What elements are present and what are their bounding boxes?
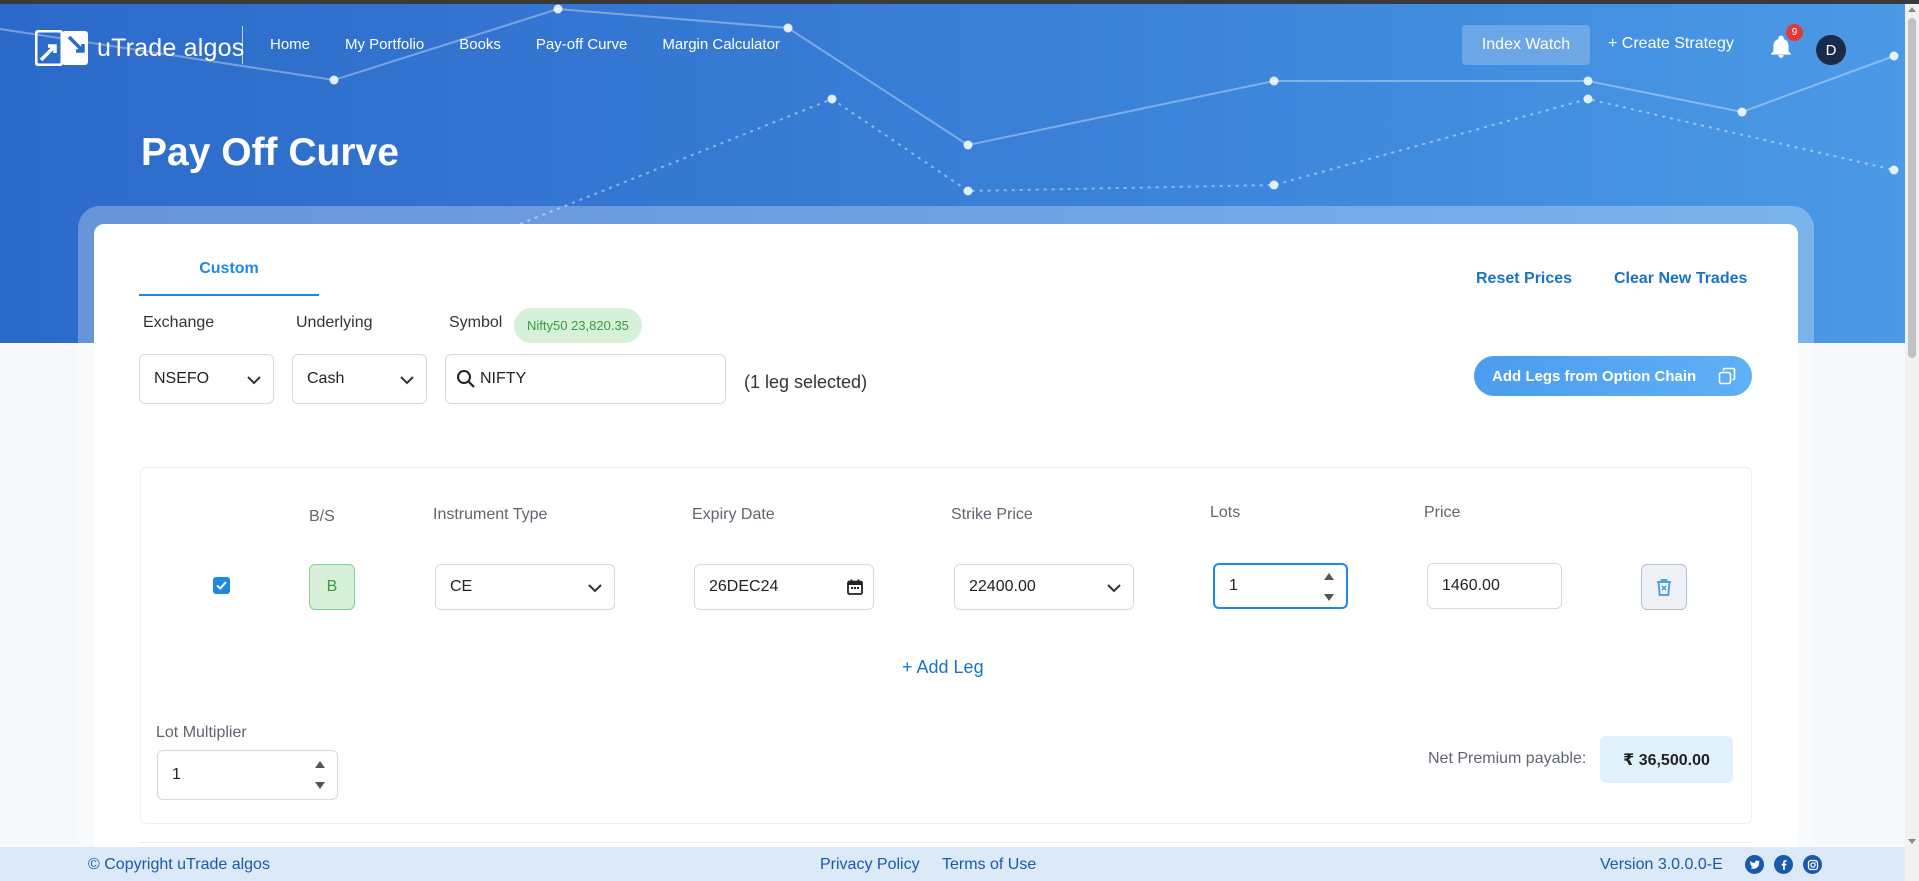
- instagram-glyph: [1807, 859, 1818, 870]
- nav-link-home[interactable]: Home: [270, 36, 310, 53]
- underlying-label: Underlying: [296, 314, 373, 331]
- column-header-price: Price: [1424, 504, 1461, 521]
- terms-of-use-link[interactable]: Terms of Use: [942, 856, 1036, 874]
- exchange-label: Exchange: [143, 314, 215, 331]
- clear-new-trades-link[interactable]: Clear New Trades: [1614, 270, 1747, 288]
- instrument-type-value: CE: [450, 578, 473, 595]
- nav-link-payoff-curve[interactable]: Pay-off Curve: [536, 36, 627, 53]
- add-legs-from-option-chain-button[interactable]: Add Legs from Option Chain: [1474, 356, 1752, 396]
- symbol-search-box[interactable]: [445, 354, 726, 404]
- lots-value: 1: [1229, 577, 1238, 594]
- lots-input[interactable]: 1: [1213, 563, 1348, 609]
- chevron-down-icon: [400, 376, 414, 385]
- trash-icon: [1657, 579, 1671, 596]
- calendar-icon[interactable]: [846, 578, 864, 596]
- symbol-price-badge: Nifty50 23,820.35: [514, 308, 642, 343]
- chevron-down-icon: [588, 584, 602, 593]
- scrollbar-thumb[interactable]: [1908, 18, 1916, 358]
- nav-divider: [242, 26, 243, 64]
- privacy-policy-link[interactable]: Privacy Policy: [820, 856, 920, 874]
- underlying-select[interactable]: Cash: [292, 354, 427, 404]
- checkmark-icon: [216, 581, 227, 590]
- chevron-down-icon: [247, 376, 261, 385]
- net-premium-value: ₹ 36,500.00: [1600, 736, 1733, 783]
- twitter-glyph: [1749, 860, 1760, 869]
- index-watch-button[interactable]: Index Watch: [1462, 25, 1590, 65]
- column-header-expiry-date: Expiry Date: [692, 506, 775, 523]
- tab-custom[interactable]: Custom: [139, 260, 319, 278]
- net-premium-label: Net Premium payable:: [1428, 750, 1587, 767]
- version-text: Version 3.0.0.0-E: [1600, 856, 1723, 873]
- chevron-down-icon: [1107, 584, 1121, 593]
- price-input[interactable]: 1460.00: [1427, 563, 1562, 609]
- top-navigation: uTrade algos Home My Portfolio Books Pay…: [0, 4, 1919, 89]
- twitter-icon[interactable]: [1745, 855, 1764, 874]
- expiry-date-value: 26DEC24: [709, 578, 779, 595]
- column-header-lots: Lots: [1210, 504, 1241, 521]
- lot-multiplier-stepper[interactable]: [315, 761, 325, 789]
- symbol-label: Symbol: [449, 314, 503, 331]
- brand-logo[interactable]: uTrade algos: [35, 30, 244, 66]
- utrade-logo-icon: [35, 30, 88, 66]
- nav-link-books[interactable]: Books: [459, 36, 501, 53]
- copyright-text: © Copyright uTrade algos: [88, 856, 270, 873]
- column-header-bs: B/S: [309, 508, 335, 525]
- symbol-search-input[interactable]: [480, 370, 700, 388]
- strike-price-value: 22400.00: [969, 578, 1036, 595]
- lots-stepper[interactable]: [1324, 573, 1334, 601]
- logo-text: uTrade algos: [97, 33, 245, 62]
- lot-multiplier-label: Lot Multiplier: [156, 724, 247, 741]
- nav-link-my-portfolio[interactable]: My Portfolio: [345, 36, 424, 53]
- column-header-strike-price: Strike Price: [951, 506, 1033, 523]
- search-icon: [457, 370, 475, 388]
- reset-prices-link[interactable]: Reset Prices: [1476, 270, 1572, 288]
- page-title: Pay Off Curve: [141, 131, 399, 174]
- footer: © Copyright uTrade algos Privacy Policy …: [0, 847, 1905, 881]
- strike-price-select[interactable]: 22400.00: [954, 564, 1134, 610]
- notification-count-badge: 9: [1786, 24, 1803, 41]
- page-scrollbar[interactable]: [1905, 4, 1919, 881]
- legs-selected-count: (1 leg selected): [744, 372, 868, 392]
- window-top-border: [0, 0, 1919, 4]
- create-strategy-link[interactable]: + Create Strategy: [1608, 35, 1734, 53]
- facebook-glyph: [1781, 859, 1787, 870]
- add-legs-button-label: Add Legs from Option Chain: [1492, 367, 1697, 385]
- instagram-icon[interactable]: [1803, 855, 1822, 874]
- lot-multiplier-input[interactable]: 1: [157, 750, 338, 800]
- nav-links: Home My Portfolio Books Pay-off Curve Ma…: [270, 36, 780, 53]
- underlying-select-value: Cash: [307, 370, 345, 387]
- legs-panel: [140, 467, 1752, 824]
- scroll-down-arrow-icon[interactable]: [1908, 839, 1916, 844]
- buy-sell-toggle[interactable]: B: [309, 564, 355, 610]
- exchange-select-value: NSEFO: [154, 370, 210, 387]
- add-leg-link[interactable]: + Add Leg: [902, 657, 984, 678]
- exchange-select[interactable]: NSEFO: [139, 354, 274, 404]
- lot-multiplier-value: 1: [172, 766, 181, 783]
- active-tab-indicator: [139, 294, 319, 296]
- leg-select-checkbox[interactable]: [213, 577, 230, 594]
- user-avatar[interactable]: D: [1816, 35, 1846, 65]
- stepper-up-icon[interactable]: [1324, 573, 1334, 580]
- scroll-up-arrow-icon[interactable]: [1908, 7, 1916, 12]
- delete-leg-button[interactable]: [1641, 564, 1687, 610]
- facebook-icon[interactable]: [1774, 855, 1793, 874]
- instrument-type-select[interactable]: CE: [435, 564, 615, 610]
- price-value: 1460.00: [1442, 577, 1500, 594]
- stepper-down-icon[interactable]: [1324, 594, 1334, 601]
- column-header-instrument-type: Instrument Type: [433, 506, 548, 523]
- stepper-up-icon[interactable]: [315, 761, 325, 768]
- expiry-date-input[interactable]: 26DEC24: [694, 564, 874, 610]
- copy-icon: [1718, 367, 1736, 385]
- nav-link-margin-calculator[interactable]: Margin Calculator: [662, 36, 780, 53]
- stepper-down-icon[interactable]: [315, 782, 325, 789]
